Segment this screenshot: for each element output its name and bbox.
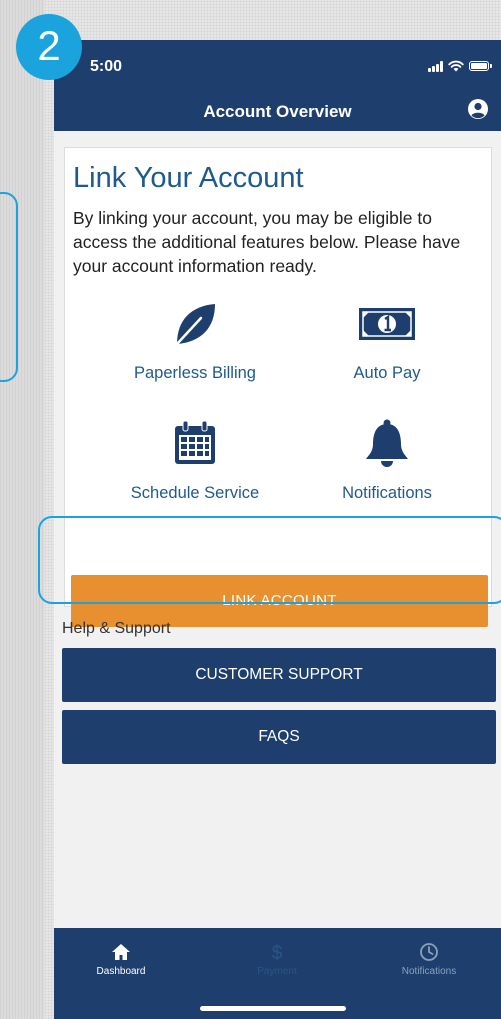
tab-label: Payment	[257, 966, 297, 977]
home-indicator	[200, 1006, 346, 1011]
feature-label: Schedule Service	[130, 484, 260, 502]
wifi-icon	[448, 60, 464, 72]
status-icons	[428, 60, 492, 72]
dollar-bill-icon	[359, 308, 415, 340]
feature-label: Notifications	[342, 484, 432, 502]
tab-payment[interactable]: $ Payment	[212, 942, 342, 977]
tab-bar: Dashboard $ Payment Notifications	[54, 928, 501, 1019]
bell-icon	[366, 419, 408, 467]
page-title: Account Overview	[203, 102, 352, 121]
link-account-highlight	[38, 516, 501, 604]
background-panel	[0, 0, 44, 1019]
feature-auto-pay: Auto Pay	[287, 300, 487, 383]
tab-label: Notifications	[401, 966, 457, 977]
card-title: Link Your Account	[73, 162, 304, 194]
leaf-icon	[175, 304, 215, 346]
feature-schedule-service: Schedule Service	[95, 418, 295, 503]
dollar-icon: $	[272, 943, 283, 962]
app-header: 5:00 Account Overview	[54, 40, 501, 131]
tab-dashboard[interactable]: Dashboard	[56, 942, 186, 977]
calendar-icon	[175, 420, 215, 464]
tab-label: Dashboard	[96, 966, 146, 977]
customer-support-button[interactable]: CUSTOMER SUPPORT	[62, 648, 496, 702]
help-support-label: Help & Support	[62, 620, 171, 637]
feature-label: Paperless Billing	[134, 364, 256, 382]
feature-label: Auto Pay	[353, 364, 421, 382]
background-highlight-outline	[0, 192, 18, 382]
status-time: 5:00	[90, 58, 123, 75]
account-icon[interactable]	[467, 98, 489, 120]
clock-icon	[420, 943, 438, 961]
faqs-button[interactable]: FAQS	[62, 710, 496, 764]
battery-icon	[469, 61, 492, 71]
svg-text:$: $	[272, 943, 283, 962]
tab-notifications[interactable]: Notifications	[364, 942, 494, 977]
cellular-signal-icon	[428, 60, 443, 72]
feature-paperless-billing: Paperless Billing	[95, 300, 295, 383]
step-badge: 2	[16, 14, 82, 80]
card-description: By linking your account, you may be elig…	[73, 208, 461, 276]
feature-notifications: Notifications	[287, 418, 487, 503]
home-icon	[112, 944, 130, 960]
